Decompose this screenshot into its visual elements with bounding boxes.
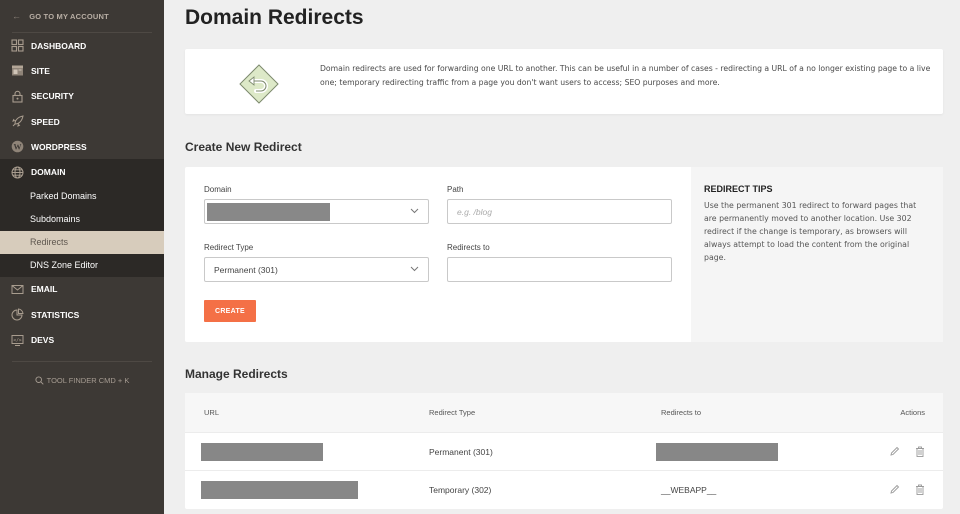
sidebar-item-label: SPEED bbox=[31, 116, 60, 127]
sidebar-item-speed[interactable]: SPEED bbox=[0, 109, 164, 134]
table-row: Temporary (302) __WEBAPP__ bbox=[185, 470, 943, 508]
site-icon bbox=[11, 64, 24, 77]
tool-finder-button[interactable]: TOOL FINDER CMD + K bbox=[0, 366, 164, 396]
rocket-icon bbox=[11, 115, 24, 128]
sidebar-item-dashboard[interactable]: DASHBOARD bbox=[0, 33, 164, 58]
create-redirect-form: Domain Path Redirect Type Permanent (301… bbox=[185, 167, 691, 342]
lock-icon bbox=[11, 90, 24, 103]
sidebar-item-label: STATISTICS bbox=[31, 309, 80, 320]
domain-value-redacted bbox=[207, 202, 330, 221]
redirect-type-select[interactable]: Permanent (301) bbox=[204, 257, 429, 282]
domain-select[interactable] bbox=[204, 199, 429, 224]
column-header-url: URL bbox=[204, 408, 220, 417]
create-section-title: Create New Redirect bbox=[185, 140, 302, 154]
delete-button[interactable] bbox=[915, 446, 925, 457]
globe-icon bbox=[11, 166, 24, 179]
go-to-account-label: GO TO MY ACCOUNT bbox=[29, 11, 109, 21]
path-field-wrapper bbox=[447, 199, 672, 224]
svg-text:W: W bbox=[14, 143, 22, 152]
redirects-to-redacted bbox=[656, 442, 778, 461]
dashboard-icon bbox=[11, 39, 24, 52]
sidebar-divider bbox=[12, 360, 152, 362]
table-header: URL Redirect Type Redirects to Actions bbox=[185, 393, 943, 432]
chevron-down-icon bbox=[410, 266, 419, 272]
sidebar-item-label: DOMAIN bbox=[31, 167, 66, 178]
sidebar-item-label: DEVS bbox=[31, 335, 55, 346]
trash-icon bbox=[916, 446, 924, 457]
wordpress-icon: W bbox=[11, 140, 24, 153]
create-button[interactable]: CREATE bbox=[204, 300, 256, 322]
redirects-to-input[interactable] bbox=[457, 264, 671, 275]
column-header-redirects-to: Redirects to bbox=[661, 408, 702, 417]
create-redirect-card: Domain Path Redirect Type Permanent (301… bbox=[185, 167, 943, 342]
sidebar-item-label: DASHBOARD bbox=[31, 40, 87, 51]
redirect-sign-icon bbox=[239, 64, 279, 109]
sidebar-item-wordpress[interactable]: W WORDPRESS bbox=[0, 134, 164, 159]
sidebar-subitem-subdomains[interactable]: Subdomains bbox=[0, 208, 164, 231]
edit-button[interactable] bbox=[889, 484, 900, 495]
tool-finder-label: TOOL FINDER CMD + K bbox=[46, 376, 130, 386]
search-icon bbox=[35, 376, 44, 385]
url-redacted bbox=[201, 480, 358, 499]
redirect-type-cell: Permanent (301) bbox=[429, 446, 493, 457]
go-to-account-link[interactable]: ← GO TO MY ACCOUNT bbox=[0, 0, 164, 32]
arrow-left-icon: ← bbox=[12, 11, 22, 21]
redirect-type-label: Redirect Type bbox=[204, 243, 254, 252]
sidebar-subitem-redirects[interactable]: Redirects bbox=[0, 230, 164, 254]
trash-icon bbox=[916, 484, 924, 495]
redirects-to-cell: __WEBAPP__ bbox=[661, 484, 717, 495]
pencil-icon bbox=[890, 446, 900, 456]
sidebar-item-label: SITE bbox=[31, 65, 50, 76]
sidebar-item-domain[interactable]: DOMAIN bbox=[0, 159, 164, 185]
chevron-down-icon bbox=[410, 208, 419, 214]
path-input[interactable] bbox=[457, 206, 671, 217]
intro-card: Domain redirects are used for forwarding… bbox=[185, 49, 943, 114]
redirects-table: URL Redirect Type Redirects to Actions P… bbox=[185, 393, 943, 509]
sidebar-item-label: EMAIL bbox=[31, 284, 58, 295]
intro-text: Domain redirects are used for forwarding… bbox=[320, 64, 931, 87]
table-row: Permanent (301) bbox=[185, 432, 943, 470]
sidebar-item-email[interactable]: EMAIL bbox=[0, 277, 164, 302]
row-actions bbox=[889, 446, 925, 457]
pencil-icon bbox=[890, 484, 900, 494]
sidebar-item-statistics[interactable]: STATISTICS bbox=[0, 302, 164, 327]
sidebar-item-site[interactable]: SITE bbox=[0, 58, 164, 83]
pie-chart-icon bbox=[11, 308, 24, 321]
sidebar-item-label: SECURITY bbox=[31, 91, 74, 102]
delete-button[interactable] bbox=[915, 484, 925, 495]
column-header-actions: Actions bbox=[900, 408, 925, 417]
redirect-tips-panel: REDIRECT TIPS Use the permanent 301 redi… bbox=[691, 167, 943, 342]
redirects-to-field-wrapper bbox=[447, 257, 672, 282]
svg-text:</>: </> bbox=[13, 337, 21, 343]
domain-label: Domain bbox=[204, 185, 232, 194]
edit-button[interactable] bbox=[889, 446, 900, 457]
domain-submenu: Parked Domains Subdomains Redirects DNS … bbox=[0, 184, 164, 277]
redirect-type-cell: Temporary (302) bbox=[429, 484, 492, 495]
url-redacted bbox=[201, 442, 323, 461]
path-label: Path bbox=[447, 185, 464, 194]
sidebar-subitem-dns-zone-editor[interactable]: DNS Zone Editor bbox=[0, 254, 164, 277]
row-actions bbox=[889, 484, 925, 495]
sidebar: ← GO TO MY ACCOUNT DASHBOARD SITE SECURI… bbox=[0, 0, 164, 514]
manage-section-title: Manage Redirects bbox=[185, 367, 288, 381]
column-header-redirect-type: Redirect Type bbox=[429, 408, 476, 417]
sidebar-subitem-parked-domains[interactable]: Parked Domains bbox=[0, 185, 164, 208]
envelope-icon bbox=[11, 283, 24, 296]
sidebar-item-security[interactable]: SECURITY bbox=[0, 84, 164, 109]
redirects-to-label: Redirects to bbox=[447, 243, 490, 252]
main-content: Domain Redirects Domain redirects are us… bbox=[164, 0, 960, 514]
code-monitor-icon: </> bbox=[11, 334, 24, 347]
sidebar-item-devs[interactable]: </> DEVS bbox=[0, 327, 164, 352]
sidebar-item-label: WORDPRESS bbox=[31, 141, 87, 152]
redirect-type-value: Permanent (301) bbox=[214, 264, 278, 275]
page-title: Domain Redirects bbox=[185, 6, 364, 29]
tips-text: Use the permanent 301 redirect to forwar… bbox=[704, 201, 917, 262]
tips-title: REDIRECT TIPS bbox=[704, 184, 773, 194]
